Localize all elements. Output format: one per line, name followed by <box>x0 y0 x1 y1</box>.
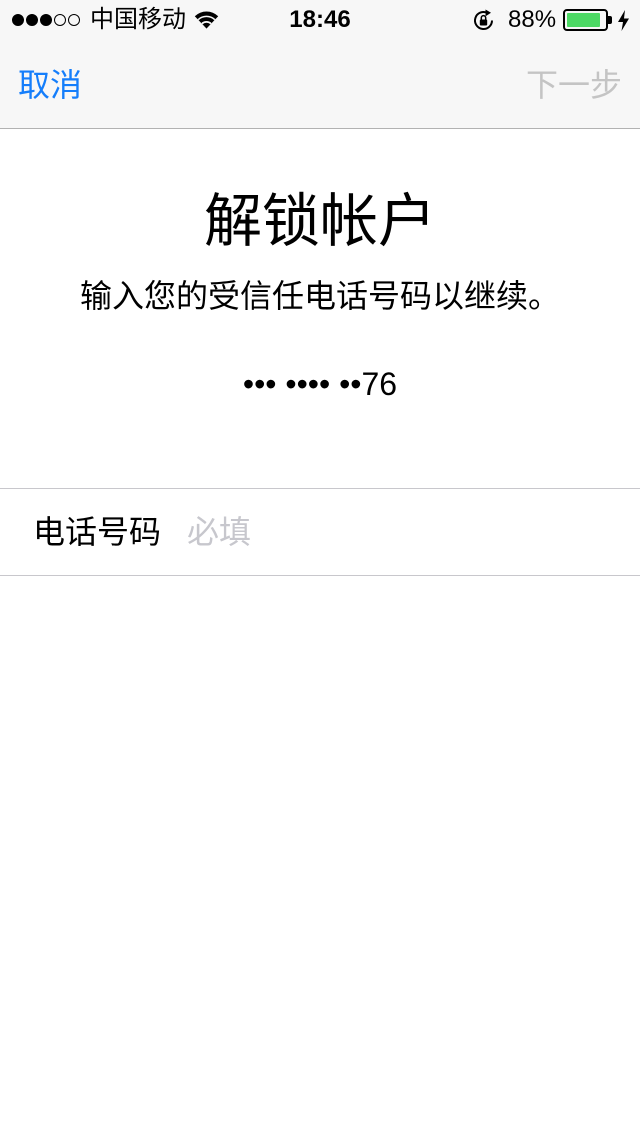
page-title: 解锁帐户 <box>203 189 436 254</box>
instruction-text: 输入您的受信任电话号码以继续。 <box>79 278 560 314</box>
battery-percentage: 88% <box>508 6 557 33</box>
battery-level-fill <box>567 13 600 27</box>
next-step-button[interactable]: 下一步 <box>526 63 622 107</box>
masked-phone-number: ••• •••• ••76 <box>242 366 398 402</box>
phone-number-label: 电话号码 <box>33 514 162 550</box>
cancel-button[interactable]: 取消 <box>18 63 82 107</box>
unlock-account-screen: 中国移动 18:46 88% 取消 下一步 解锁帐户 输入您的受信任电话号码以继… <box>0 0 640 1136</box>
rotation-lock-icon <box>474 9 493 30</box>
phone-number-row[interactable]: 电话号码 <box>0 489 640 575</box>
divider-bottom <box>0 575 640 576</box>
status-bar: 中国移动 18:46 88% <box>0 0 640 40</box>
top-bar: 中国移动 18:46 88% 取消 下一步 <box>0 0 640 129</box>
charging-bolt-icon <box>618 10 629 31</box>
battery-icon <box>563 9 608 31</box>
phone-number-input[interactable] <box>187 489 617 575</box>
battery-terminal <box>608 16 612 24</box>
